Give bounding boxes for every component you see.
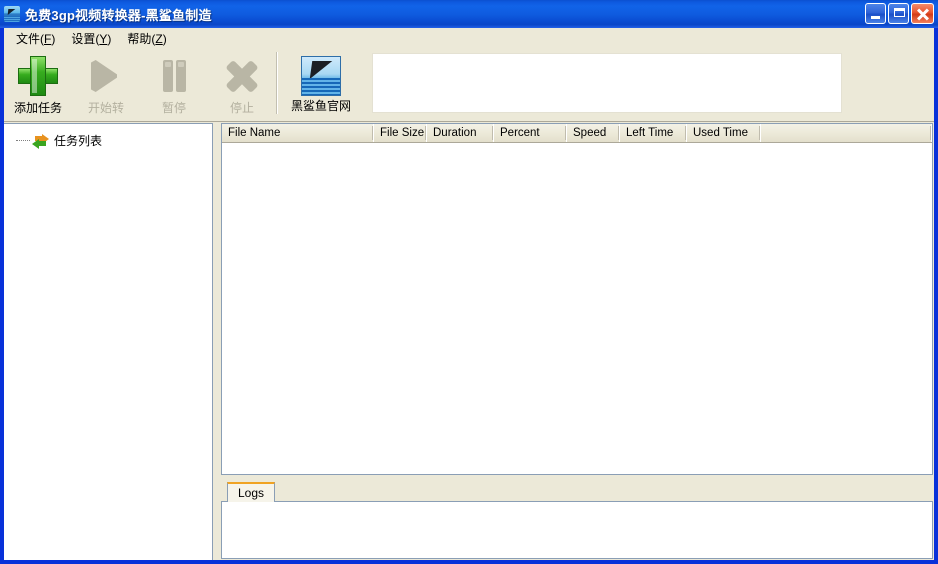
minimize-icon bbox=[871, 16, 880, 19]
banner-area bbox=[364, 48, 934, 118]
shark-icon bbox=[4, 6, 20, 22]
pause-icon-cap-right bbox=[178, 62, 184, 67]
column-header-file-name[interactable]: File Name bbox=[222, 124, 374, 142]
start-convert-label: 开始转 bbox=[87, 101, 124, 115]
column-header-left-time[interactable]: Left Time bbox=[620, 124, 687, 142]
menu-item-settings-mnemonic: Y bbox=[99, 31, 108, 46]
start-convert-button[interactable]: 开始转 bbox=[72, 48, 140, 118]
task-list-header: File Name File Size Duration Percent Spe… bbox=[222, 124, 932, 143]
toolbar: 添加任务 开始转 暂停 停止 黑鲨鱼官网 bbox=[4, 48, 934, 122]
sidebar-item-task-list-label: 任务列表 bbox=[54, 134, 103, 148]
minimize-button[interactable] bbox=[865, 3, 886, 24]
menu-item-help-mnemonic: Z bbox=[155, 31, 163, 46]
shark-logo-icon bbox=[301, 56, 341, 96]
title-bar: 免费3gp视频转换器-黑鲨鱼制造 bbox=[0, 0, 938, 28]
water-shape bbox=[4, 16, 20, 22]
column-header-filler bbox=[761, 124, 932, 142]
right-panel: File Name File Size Duration Percent Spe… bbox=[221, 123, 934, 560]
pause-label: 暂停 bbox=[161, 101, 186, 115]
main-content: 任务列表 File Name File Size Duration Percen… bbox=[4, 123, 934, 560]
plus-icon bbox=[16, 54, 60, 98]
menu-item-help-label: 帮助 bbox=[127, 31, 152, 46]
task-tree-panel: 任务列表 bbox=[4, 123, 213, 560]
tab-logs[interactable]: Logs bbox=[227, 482, 276, 502]
menu-item-settings-label: 设置 bbox=[71, 31, 96, 46]
menu-item-file[interactable]: 文件(F) bbox=[10, 28, 65, 49]
shark-logo-fin bbox=[309, 61, 333, 79]
shark-logo-water bbox=[302, 78, 340, 95]
shark-fin-shape bbox=[7, 9, 16, 15]
maximize-icon bbox=[894, 8, 905, 17]
menu-item-help[interactable]: 帮助(Z) bbox=[121, 28, 176, 49]
task-list-view: File Name File Size Duration Percent Spe… bbox=[221, 123, 933, 475]
add-task-label: 添加任务 bbox=[13, 101, 62, 115]
pane-splitter[interactable] bbox=[213, 123, 221, 560]
logs-tabstrip: Logs bbox=[221, 481, 933, 502]
menu-item-settings[interactable]: 设置(Y) bbox=[65, 28, 121, 49]
stop-label: 停止 bbox=[229, 101, 254, 115]
close-button[interactable] bbox=[911, 3, 934, 24]
maximize-button[interactable] bbox=[888, 3, 909, 24]
pause-icon bbox=[152, 54, 196, 98]
column-header-used-time[interactable]: Used Time bbox=[687, 124, 761, 142]
banner-panel[interactable] bbox=[372, 53, 842, 113]
application-window: 免费3gp视频转换器-黑鲨鱼制造 文件(F) 设置(Y) 帮助(Z) 添加任务 … bbox=[0, 0, 938, 564]
play-icon bbox=[84, 54, 128, 98]
pause-icon-cap-left bbox=[165, 62, 171, 67]
menu-item-file-label: 文件 bbox=[16, 31, 41, 46]
menu-bar: 文件(F) 设置(Y) 帮助(Z) bbox=[4, 28, 934, 48]
column-header-file-size[interactable]: File Size bbox=[374, 124, 427, 142]
add-task-button[interactable]: 添加任务 bbox=[4, 48, 72, 118]
play-icon-triangle bbox=[91, 60, 117, 92]
logs-content[interactable] bbox=[221, 502, 933, 559]
sidebar-item-task-list[interactable]: 任务列表 bbox=[16, 132, 212, 149]
official-site-label: 黑鲨鱼官网 bbox=[290, 99, 351, 113]
stop-icon bbox=[220, 54, 264, 98]
column-header-speed[interactable]: Speed bbox=[567, 124, 620, 142]
window-controls bbox=[865, 3, 934, 24]
column-header-percent[interactable]: Percent bbox=[494, 124, 567, 142]
official-site-button[interactable]: 黑鲨鱼官网 bbox=[278, 48, 364, 118]
column-header-duration[interactable]: Duration bbox=[427, 124, 494, 142]
task-list-icon bbox=[32, 133, 49, 149]
stop-button[interactable]: 停止 bbox=[208, 48, 276, 118]
pause-button[interactable]: 暂停 bbox=[140, 48, 208, 118]
menu-item-file-mnemonic: F bbox=[44, 31, 52, 46]
task-list-body[interactable] bbox=[222, 143, 932, 474]
task-list-icon-arrow-green-tail bbox=[37, 140, 46, 146]
window-title: 免费3gp视频转换器-黑鲨鱼制造 bbox=[25, 7, 212, 23]
plus-icon-highlight bbox=[32, 59, 37, 93]
tree-connector bbox=[16, 139, 30, 142]
